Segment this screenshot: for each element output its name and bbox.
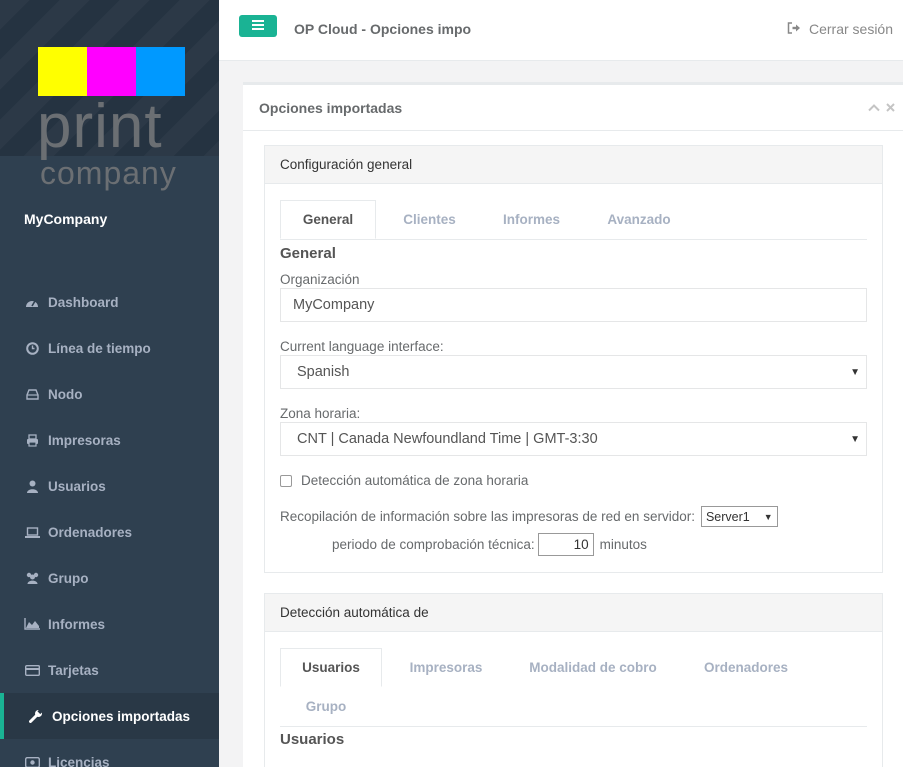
tab-reports[interactable]: Informes	[483, 200, 580, 239]
tab-general[interactable]: General	[280, 200, 376, 239]
auto-timezone-row: Detección automática de zona horaria	[280, 473, 528, 488]
hdd-icon	[24, 386, 40, 402]
sidebar-item-reports[interactable]: Informes	[0, 601, 219, 647]
clock-icon	[24, 340, 40, 356]
logout-link[interactable]: Cerrar sesión	[787, 21, 893, 37]
auto-detect-tabs: Usuarios Impresoras Modalidad de cobro O…	[280, 648, 867, 727]
sidebar: print company MyCompany Dashboard Línea …	[0, 0, 219, 767]
sidebar-item-group[interactable]: Grupo	[0, 555, 219, 601]
menu-toggle-button[interactable]	[239, 15, 277, 37]
sidebar-item-computers[interactable]: Ordenadores	[0, 509, 219, 555]
collapse-icon[interactable]	[868, 99, 880, 117]
sidebar-header: print	[0, 0, 219, 161]
sidebar-item-imported-options[interactable]: Opciones importadas	[0, 693, 219, 739]
sidebar-item-node[interactable]: Nodo	[0, 371, 219, 417]
logo-text-company: company	[40, 155, 177, 191]
collect-info-label: Recopilación de información sobre las im…	[280, 509, 695, 524]
general-config-heading: Configuración general	[265, 146, 882, 184]
ibox-heading: Opciones importadas	[259, 99, 403, 116]
sidebar-item-timeline[interactable]: Línea de tiempo	[0, 325, 219, 371]
sidebar-item-printers[interactable]: Impresoras	[0, 417, 219, 463]
check-period-input[interactable]: 10	[537, 533, 594, 556]
page-title: OP Cloud - Opciones importadas	[294, 21, 472, 37]
collect-info-row: Recopilación de información sobre las im…	[280, 506, 778, 527]
caret-down-icon: ▼	[850, 434, 860, 445]
company-name[interactable]: MyCompany	[24, 211, 107, 227]
sidebar-item-cards[interactable]: Tarjetas	[0, 647, 219, 693]
users-icon	[24, 570, 40, 586]
wrench-icon	[28, 708, 44, 724]
sidebar-item-users[interactable]: Usuarios	[0, 463, 219, 509]
logo-text-print: print	[37, 92, 163, 161]
tab-printers[interactable]: Impresoras	[382, 648, 510, 687]
hamburger-icon	[252, 17, 264, 35]
sidebar-nav: Dashboard Línea de tiempo Nodo Impresora…	[0, 279, 219, 767]
tab-advanced[interactable]: Avanzado	[580, 200, 698, 239]
sign-out-icon	[787, 21, 809, 37]
printer-icon	[24, 432, 40, 448]
dashboard-icon	[24, 294, 40, 310]
logo-color-blocks	[38, 47, 185, 96]
language-label: Current language interface:	[280, 339, 444, 354]
tab-computers[interactable]: Ordenadores	[676, 648, 816, 687]
timezone-label: Zona horaria:	[280, 406, 361, 421]
laptop-icon	[24, 524, 40, 540]
auto-timezone-label: Detección automática de zona horaria	[301, 473, 529, 488]
caret-down-icon: ▼	[850, 367, 860, 378]
area-chart-icon	[24, 616, 40, 632]
ibox-tools	[868, 99, 895, 117]
auto-timezone-checkbox[interactable]	[280, 474, 292, 487]
check-period-label: periodo de comprobación técnica:	[332, 537, 535, 552]
section-title-users: Usuarios	[280, 731, 345, 748]
credit-card-icon	[24, 662, 40, 678]
sidebar-item-dashboard[interactable]: Dashboard	[0, 279, 219, 325]
ibox-title: Opciones importadas	[243, 85, 903, 131]
general-config-tabs: General Clientes Informes Avanzado	[280, 200, 867, 240]
top-navbar: OP Cloud - Opciones importadas Cerrar se…	[219, 0, 903, 61]
section-title-general: General	[280, 245, 336, 262]
close-icon[interactable]	[886, 99, 895, 117]
auto-detect-heading: Detección automática de	[265, 594, 882, 632]
imported-options-box: Opciones importadas Configuración genera…	[243, 82, 903, 767]
tab-clients[interactable]: Clientes	[376, 200, 483, 239]
timezone-select[interactable]: CNT | Canada Newfoundland Time | GMT-3:3…	[280, 422, 867, 456]
check-period-row: periodo de comprobación técnica: 10 minu…	[332, 533, 647, 556]
server-select[interactable]: Server1 ▼	[700, 506, 778, 527]
tab-users[interactable]: Usuarios	[280, 648, 382, 687]
tab-billing-mode[interactable]: Modalidad de cobro	[510, 648, 676, 687]
sidebar-item-licenses[interactable]: Licencias	[0, 739, 219, 767]
auto-detect-panel: Detección automática de Usuarios Impreso…	[264, 593, 883, 767]
check-period-unit: minutos	[599, 537, 647, 552]
language-select[interactable]: Spanish ▼	[280, 355, 867, 389]
organization-input[interactable]: MyCompany	[280, 288, 867, 322]
general-config-panel: Configuración general General Clientes I…	[264, 145, 883, 573]
organization-label: Organización	[280, 272, 360, 287]
license-icon	[24, 754, 40, 767]
caret-down-icon: ▼	[763, 511, 773, 522]
tab-group[interactable]: Grupo	[280, 687, 372, 726]
user-icon	[24, 478, 40, 494]
